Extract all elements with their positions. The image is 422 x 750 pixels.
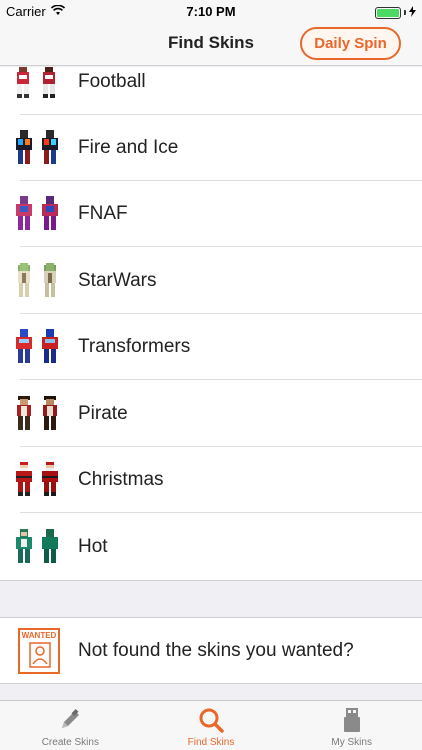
tab-label: My Skins	[331, 737, 372, 748]
battery-icon	[375, 6, 401, 19]
skin-category-label: Football	[78, 71, 146, 92]
list-item[interactable]: Transformers	[0, 314, 422, 380]
skin-thumbnail	[16, 462, 62, 498]
tab-my-skins[interactable]: My Skins	[281, 701, 422, 750]
wanted-poster-icon: WANTED	[18, 628, 60, 674]
request-skin-label: Not found the skins you wanted?	[78, 640, 354, 661]
charging-bolt-icon	[409, 5, 416, 20]
skin-category-label: Christmas	[78, 469, 164, 490]
navigation-bar: Find Skins Daily Spin	[0, 22, 422, 66]
tab-create-skins[interactable]: Create Skins	[0, 701, 141, 750]
skin-thumbnail	[16, 396, 62, 432]
usb-drive-icon	[343, 708, 360, 732]
skin-category-label: Transformers	[78, 336, 191, 357]
skin-category-label: FNAF	[78, 203, 128, 224]
search-icon	[199, 708, 224, 733]
pencil-icon	[62, 708, 80, 728]
list-item[interactable]: Christmas	[0, 447, 422, 513]
skin-thumbnail	[16, 130, 62, 166]
list-item[interactable]: Fire and Ice	[0, 115, 422, 181]
list-item[interactable]: Pirate	[0, 381, 422, 447]
tab-label: Find Skins	[187, 737, 235, 748]
list-item[interactable]: StarWars	[0, 248, 422, 314]
wanted-badge-text: WANTED	[21, 631, 57, 640]
battery-fill	[377, 8, 399, 17]
request-skin-row[interactable]: WANTED Not found the skins you wanted?	[0, 617, 422, 684]
skin-category-list[interactable]: Football Fire and Ice FNAF StarWars Tran…	[0, 67, 422, 581]
status-time: 7:10 PM	[186, 4, 236, 19]
daily-spin-button[interactable]: Daily Spin	[300, 27, 401, 60]
list-item[interactable]: FNAF	[0, 181, 422, 247]
skin-thumbnail	[16, 67, 62, 100]
status-bar: Carrier 7:10 PM	[0, 0, 422, 22]
skin-thumbnail	[16, 263, 62, 299]
skin-thumbnail	[16, 196, 62, 232]
skin-thumbnail	[16, 329, 62, 365]
list-item[interactable]: Football	[0, 67, 422, 115]
tab-find-skins[interactable]: Find Skins	[141, 701, 282, 750]
skin-category-label: Hot	[78, 536, 108, 557]
tab-bar: Create Skins Find Skins My Skins	[0, 700, 422, 750]
skin-category-label: StarWars	[78, 270, 157, 291]
list-item[interactable]: Hot	[0, 514, 422, 580]
skin-category-label: Pirate	[78, 403, 128, 424]
skin-category-label: Fire and Ice	[78, 137, 179, 158]
tab-label: Create Skins	[41, 737, 99, 748]
skin-thumbnail	[16, 529, 62, 565]
